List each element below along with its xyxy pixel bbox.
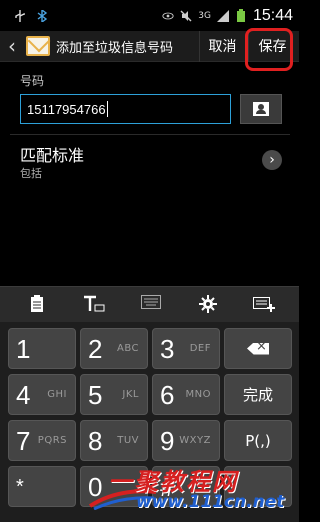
key-letters: ABC	[116, 343, 139, 354]
key-letters: MNO	[185, 389, 211, 400]
key-letters: WXYZ	[179, 435, 211, 446]
usb-icon	[14, 9, 26, 22]
key-1[interactable]: 1	[8, 328, 76, 369]
text-input-icon[interactable]	[83, 295, 105, 315]
keyboard-icon[interactable]	[140, 295, 162, 315]
signal-icon	[216, 9, 229, 22]
site-watermark: 一聚教程网 www.111cn.net	[88, 458, 293, 520]
key-digit: 9	[160, 425, 175, 456]
key-letters: DEF	[189, 343, 211, 354]
battery-icon	[235, 9, 247, 22]
key-digit: 4	[16, 379, 31, 410]
key-letters: JKL	[122, 389, 139, 400]
bluetooth-icon	[36, 9, 48, 22]
contact-person-icon	[253, 102, 269, 116]
key-2[interactable]: 2 ABC	[80, 328, 148, 369]
key-7[interactable]: 7 PQRS	[8, 420, 76, 461]
keyboard-add-icon[interactable]	[253, 295, 275, 315]
backspace-icon	[247, 342, 269, 355]
back-icon[interactable]: ‹	[8, 36, 22, 56]
divider	[10, 134, 290, 135]
key-digit: 6	[160, 379, 175, 410]
pause-key[interactable]: P(,)	[224, 420, 292, 461]
network-type: 3G	[198, 10, 211, 21]
key-digit: *	[16, 475, 24, 498]
save-highlight-annotation	[245, 28, 293, 71]
key-digit: 1	[16, 333, 31, 364]
key-digit: 3	[160, 333, 175, 364]
keyboard-toolbar	[0, 286, 299, 322]
match-criteria-value: 包括	[20, 167, 42, 180]
key-digit: 2	[88, 333, 103, 364]
key-letters: PQRS	[37, 435, 67, 446]
key-9[interactable]: 9 WXYZ	[152, 420, 220, 461]
key-digit: 7	[16, 425, 31, 456]
key-star[interactable]: *	[8, 466, 76, 507]
key-4[interactable]: 4 GHI	[8, 374, 76, 415]
key-8[interactable]: 8 TUV	[80, 420, 148, 461]
clipboard-icon[interactable]	[26, 295, 48, 315]
backspace-key[interactable]	[224, 328, 292, 369]
key-6[interactable]: 6 MNO	[152, 374, 220, 415]
silent-icon	[180, 10, 192, 22]
contacts-button[interactable]	[240, 94, 282, 124]
key-letters: TUV	[117, 435, 139, 446]
key-digit: 5	[88, 379, 103, 410]
key-letters: GHI	[47, 389, 67, 400]
cancel-button[interactable]: 取消	[199, 30, 245, 62]
text-cursor	[106, 101, 108, 117]
key-digit: 8	[88, 425, 103, 456]
phone-number-value: 15117954766	[27, 101, 106, 117]
watermark-url: www.111cn.net	[136, 492, 285, 512]
settings-gear-icon[interactable]	[197, 295, 219, 315]
done-key[interactable]: 完成	[224, 374, 292, 415]
visibility-icon	[162, 10, 174, 22]
page-title: 添加至垃圾信息号码	[56, 40, 174, 56]
status-bar: 3G 15:44	[0, 0, 299, 31]
key-5[interactable]: 5 JKL	[80, 374, 148, 415]
phone-number-input[interactable]: 15117954766	[20, 94, 231, 124]
key-3[interactable]: 3 DEF	[152, 328, 220, 369]
number-label: 号码	[20, 74, 45, 88]
clock: 15:44	[252, 6, 293, 24]
match-criteria-title[interactable]: 匹配标准	[20, 142, 84, 166]
chevron-right-icon[interactable]: ›	[262, 150, 282, 170]
messaging-app-icon	[26, 36, 50, 56]
